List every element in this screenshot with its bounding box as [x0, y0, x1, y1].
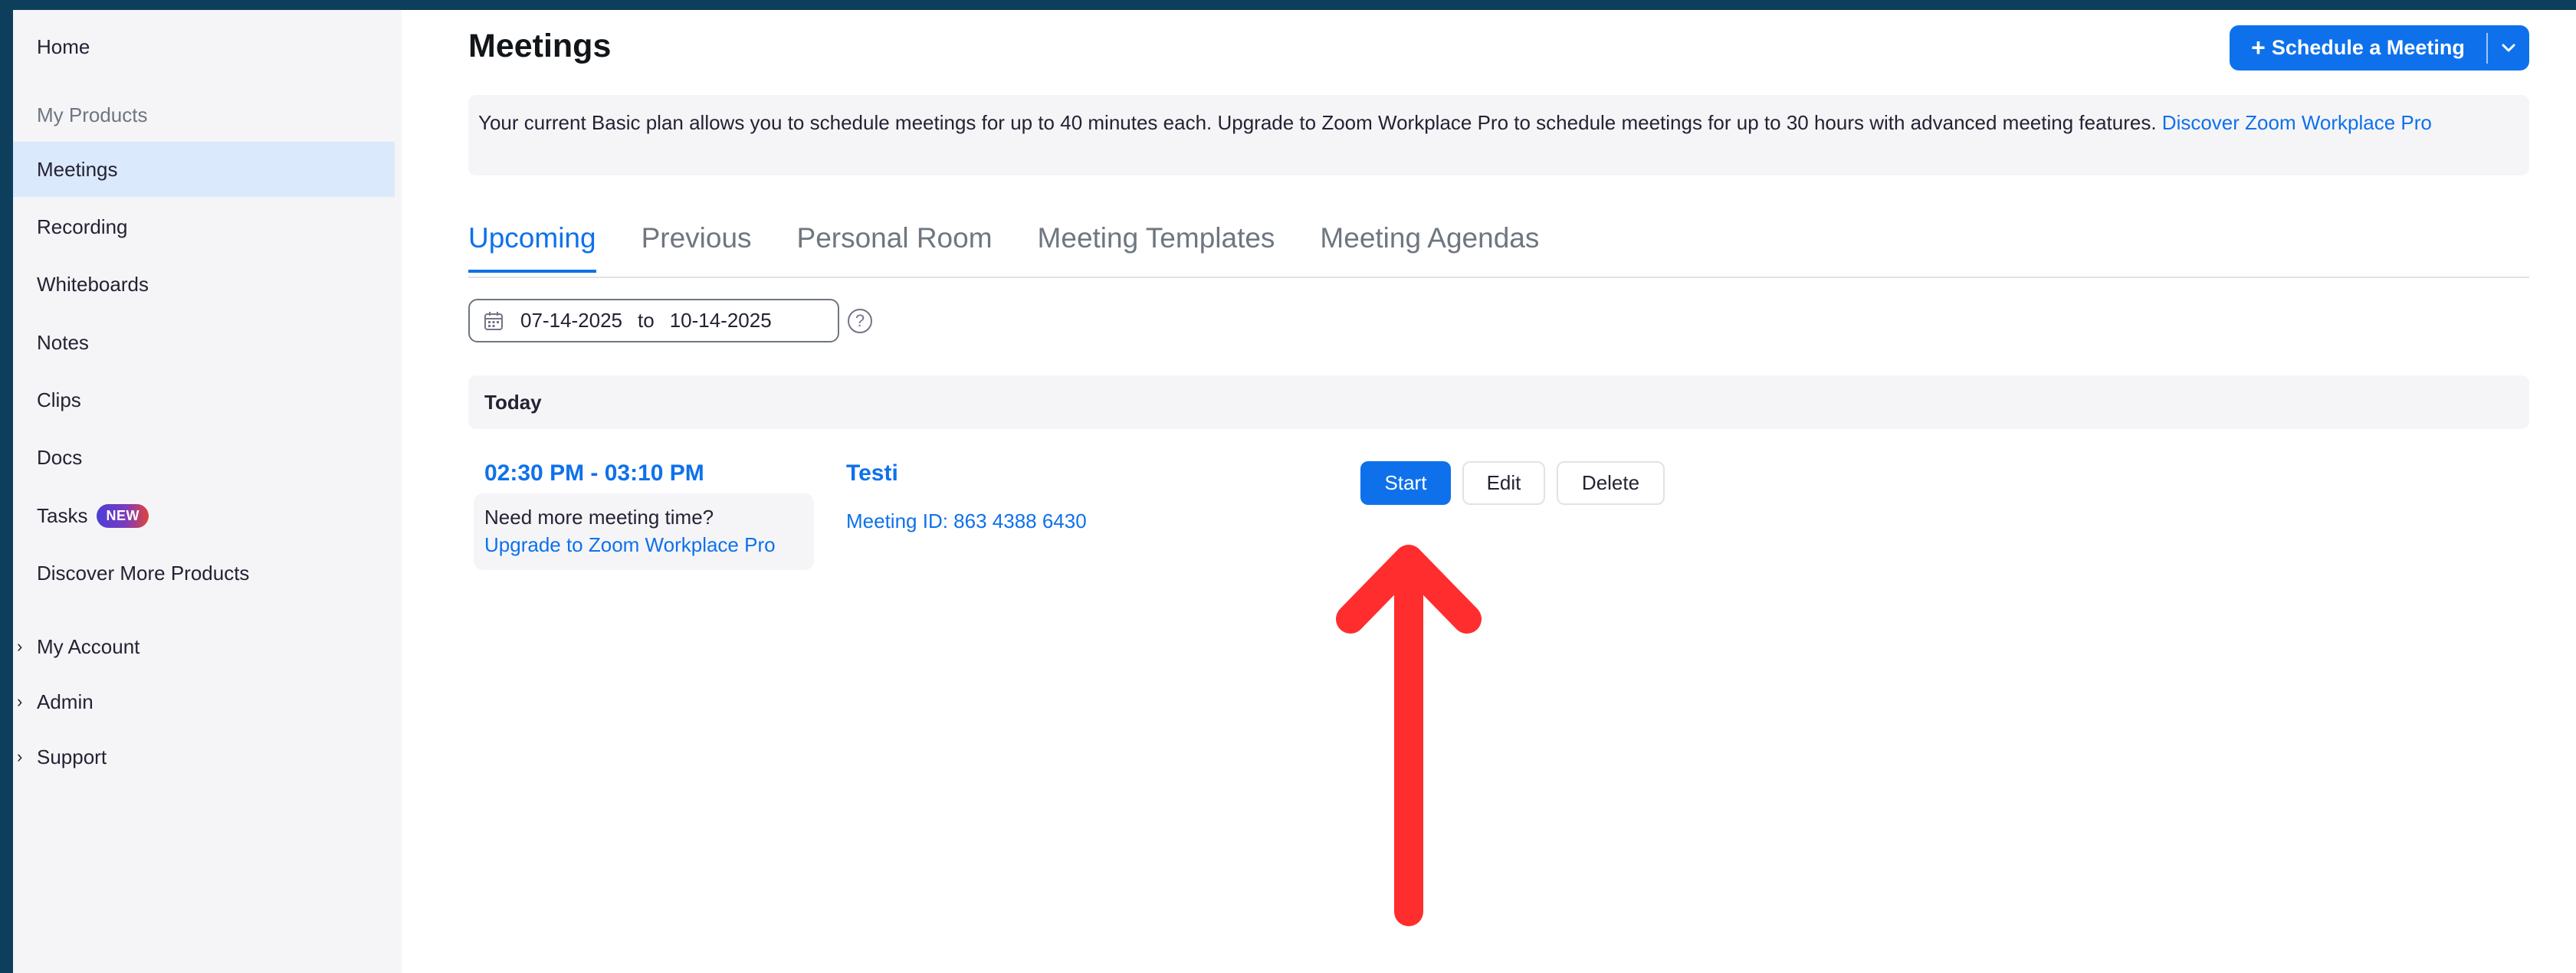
sidebar-item-label: Discover More Products	[37, 561, 250, 585]
delete-button[interactable]: Delete	[1557, 461, 1665, 505]
sidebar-item-home[interactable]: Home	[13, 19, 395, 74]
sidebar-item-label: Support	[37, 745, 107, 768]
page-title: Meetings	[468, 28, 612, 64]
upsell-box: Need more meeting time? Upgrade to Zoom …	[474, 493, 814, 570]
meeting-time: 02:30 PM - 03:10 PM	[484, 460, 704, 486]
schedule-meeting-button[interactable]: + Schedule a Meeting	[2230, 25, 2529, 70]
sidebar-item-label: Notes	[37, 330, 89, 354]
tabs-divider	[468, 277, 2529, 278]
sidebar-item-label: My Account	[37, 634, 140, 658]
start-button[interactable]: Start	[1360, 461, 1451, 505]
sidebar-item-label: Tasks	[37, 503, 88, 527]
day-group-header: Today	[468, 375, 2529, 429]
tab-previous[interactable]: Previous	[642, 222, 752, 273]
sidebar-item-recording[interactable]: Recording	[13, 199, 395, 254]
tab-upcoming[interactable]: Upcoming	[468, 222, 596, 273]
sidebar-section-my-products: My Products	[37, 103, 148, 126]
edit-button[interactable]: Edit	[1462, 461, 1545, 505]
date-to: 10-14-2025	[669, 309, 772, 332]
upsell-text: Need more meeting time?	[484, 506, 714, 529]
banner-text: Your current Basic plan allows you to sc…	[478, 111, 2157, 134]
meeting-id[interactable]: Meeting ID: 863 4388 6430	[846, 509, 1087, 533]
sidebar-group-admin[interactable]: › Admin	[13, 674, 395, 729]
tab-meeting-agendas[interactable]: Meeting Agendas	[1320, 222, 1539, 273]
sidebar-item-label: Clips	[37, 388, 81, 411]
tab-personal-room[interactable]: Personal Room	[797, 222, 993, 273]
sidebar-item-label: Docs	[37, 445, 83, 469]
sidebar-item-label: Meetings	[37, 157, 118, 181]
upgrade-pro-link[interactable]: Upgrade to Zoom Workplace Pro	[484, 531, 803, 559]
schedule-dropdown-toggle[interactable]	[2488, 25, 2529, 70]
chevron-right-icon: ›	[17, 692, 23, 711]
date-separator: to	[638, 309, 655, 332]
sidebar-item-notes[interactable]: Notes	[13, 315, 395, 370]
help-icon[interactable]: ?	[848, 309, 872, 333]
schedule-meeting-label: Schedule a Meeting	[2271, 36, 2465, 59]
chevron-down-icon	[2502, 44, 2515, 51]
discover-pro-link[interactable]: Discover Zoom Workplace Pro	[2162, 111, 2432, 134]
chevron-right-icon: ›	[17, 637, 23, 656]
sidebar-item-meetings[interactable]: Meetings	[13, 142, 395, 197]
sidebar-item-discover-more-products[interactable]: Discover More Products	[13, 545, 395, 601]
calendar-icon	[484, 311, 503, 330]
schedule-meeting-main[interactable]: + Schedule a Meeting	[2230, 25, 2486, 70]
sidebar-item-label: Recording	[37, 215, 128, 238]
date-from: 07-14-2025	[520, 309, 622, 332]
sidebar-group-my-account[interactable]: › My Account	[13, 619, 395, 674]
chevron-right-icon: ›	[17, 747, 23, 766]
plus-icon: +	[2251, 34, 2266, 61]
new-badge: NEW	[97, 503, 149, 528]
meeting-tabs: Upcoming Previous Personal Room Meeting …	[468, 222, 1584, 273]
sidebar-item-docs[interactable]: Docs	[13, 430, 395, 485]
sidebar-item-whiteboards[interactable]: Whiteboards	[13, 257, 395, 312]
sidebar-item-tasks[interactable]: Tasks NEW	[13, 488, 395, 543]
sidebar: Home My Products Meetings Recording Whit…	[13, 10, 402, 973]
sidebar-item-label: Whiteboards	[37, 272, 149, 296]
sidebar-item-clips[interactable]: Clips	[13, 372, 395, 428]
sidebar-item-label: Admin	[37, 690, 94, 713]
date-range-picker[interactable]: 07-14-2025 to 10-14-2025	[468, 299, 839, 342]
sidebar-item-label: Home	[37, 34, 90, 58]
meeting-topic-link[interactable]: Testi	[846, 460, 898, 486]
tab-meeting-templates[interactable]: Meeting Templates	[1038, 222, 1275, 273]
annotation-arrow-icon	[1336, 545, 1482, 926]
plan-upgrade-banner: Your current Basic plan allows you to sc…	[468, 95, 2529, 175]
sidebar-group-support[interactable]: › Support	[13, 729, 395, 785]
